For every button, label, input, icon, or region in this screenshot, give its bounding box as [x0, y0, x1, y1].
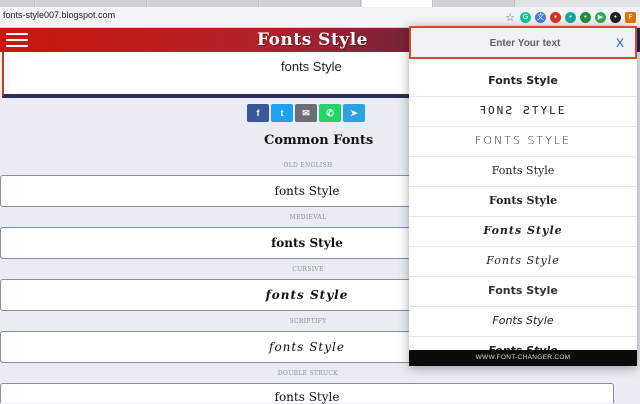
share-buttons: f t ✉ ✆ ➤ [247, 104, 365, 122]
font-changer-popup: Enter Your text X Fonts Style ꟻONꙄ ꙄTYLE… [409, 26, 637, 366]
hamburger-menu-icon[interactable] [6, 33, 28, 47]
tab-active[interactable] [362, 0, 433, 7]
email-share-button[interactable]: ✉ [295, 104, 317, 122]
font-style-option[interactable]: Fonts Style [409, 276, 637, 307]
section-title: Common Fonts [264, 133, 374, 148]
font-style-option[interactable]: Fonts Style [409, 216, 637, 247]
dark-extension-icon[interactable]: • [610, 11, 621, 23]
telegram-share-button[interactable]: ➤ [343, 104, 365, 122]
text-input-value[interactable]: fonts Style [281, 59, 342, 74]
site-title: Fonts Style [257, 30, 368, 50]
tab[interactable] [148, 0, 259, 7]
facebook-share-button[interactable]: f [247, 104, 269, 122]
font-style-option[interactable]: Fonts Style [409, 246, 637, 277]
grammarly-icon[interactable]: G [520, 11, 531, 23]
twitter-share-button[interactable]: t [271, 104, 293, 122]
close-button[interactable]: X [616, 36, 624, 50]
font-style-option[interactable]: Fonts Style [409, 156, 637, 187]
font-style-option[interactable]: FONTS STYLE [409, 126, 637, 157]
teal-extension-icon[interactable]: • [565, 11, 576, 23]
popup-input-placeholder[interactable]: Enter Your text [411, 38, 639, 49]
red-extension-icon[interactable]: • [550, 11, 561, 23]
popup-footer-link[interactable]: WWW.FONT-CHANGER.COM [409, 350, 637, 366]
browser-toolbar: fonts-style007.blogspot.com ☆ G 文 • • • … [0, 7, 640, 28]
bookmark-star-icon[interactable]: ☆ [504, 11, 516, 24]
tab[interactable] [0, 0, 35, 7]
tab[interactable] [434, 0, 515, 7]
font-style-option[interactable]: Fonts Style [409, 66, 637, 97]
tab[interactable] [260, 0, 361, 7]
extension-bar: ☆ G 文 • • • ▶ • F [504, 10, 636, 24]
font-style-option[interactable]: Fonts Style [409, 336, 637, 350]
category-label: DOUBLE STRUCK [277, 370, 339, 377]
address-bar[interactable]: fonts-style007.blogspot.com [3, 10, 115, 20]
translate-icon[interactable]: 文 [535, 11, 546, 23]
font-style-option[interactable]: ꟻONꙄ ꙄTYLE [409, 96, 637, 127]
tab-strip [0, 0, 640, 7]
font-style-option[interactable]: Fonts Style [409, 186, 637, 217]
text-input-box[interactable] [2, 52, 432, 98]
font-style-list: Fonts Style ꟻONꙄ ꙄTYLE FONTS STYLE Fonts… [409, 66, 637, 350]
play-icon[interactable]: ▶ [595, 11, 606, 23]
whatsapp-share-button[interactable]: ✆ [319, 104, 341, 122]
tab[interactable] [36, 0, 147, 7]
font-changer-extension-icon[interactable]: F [625, 11, 636, 23]
font-style-option[interactable]: Fonts Style [409, 306, 637, 337]
popup-text-input[interactable]: Enter Your text X [409, 26, 637, 59]
font-preview-double-struck[interactable]: fonts Style [0, 390, 614, 404]
green-extension-icon[interactable]: • [580, 11, 591, 23]
